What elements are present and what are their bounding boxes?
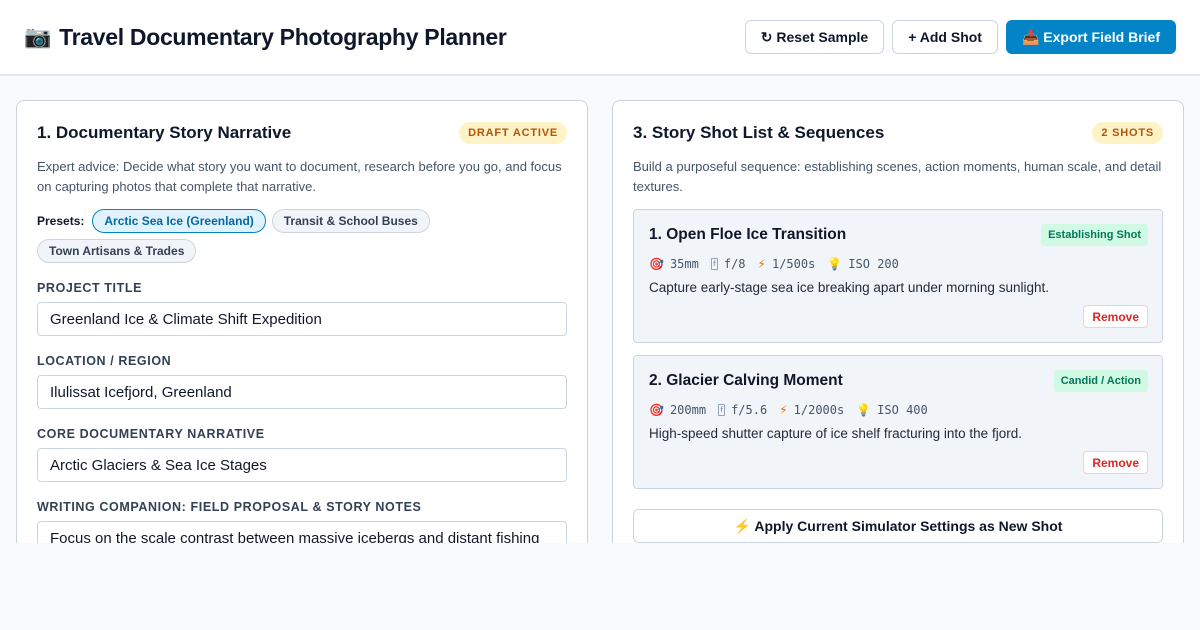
narrative-panel-title: 1. Documentary Story Narrative <box>37 123 292 142</box>
presets-label: Presets: <box>37 214 85 228</box>
app-header: 📷 Travel Documentary Photography Planner… <box>0 0 1200 76</box>
aperture-value: f/8 <box>723 257 746 271</box>
iso-value: ISO 200 <box>848 257 899 271</box>
story-notes-textarea[interactable]: Focus on the scale contrast between mass… <box>37 521 567 543</box>
narrative-description: Expert advice: Decide what story you wan… <box>37 159 562 194</box>
shot-type-tag: Candid / Action <box>1053 370 1148 392</box>
export-field-brief-button[interactable]: 📥 Export Field Brief <box>1005 20 1176 54</box>
add-shot-button[interactable]: + Add Shot <box>892 20 998 54</box>
shotlist-panel-title: 3. Story Shot List & Sequences <box>633 123 885 142</box>
status-badge: DRAFT ACTIVE <box>459 122 567 144</box>
remove-shot-button[interactable]: Remove <box>1083 305 1148 328</box>
shot-title: 2. Glacier Calving Moment <box>649 372 843 389</box>
shutter-speed: 1/2000s <box>793 403 845 417</box>
narrative-panel: 1. Documentary Story Narrative DRAFT ACT… <box>16 100 588 543</box>
shot-title: 1. Open Floe Ice Transition <box>649 226 847 243</box>
presets-row: Presets: Arctic Sea Ice (Greenland) Tran… <box>37 209 567 263</box>
focal-length: 35mm <box>669 257 699 271</box>
preset-chip-town-artisans[interactable]: Town Artisans & Trades <box>37 239 197 263</box>
shotlist-description: Build a purposeful sequence: establishin… <box>633 159 1162 194</box>
main-content: 1. Documentary Story Narrative DRAFT ACT… <box>0 76 1200 543</box>
header-actions: ↻ Reset Sample + Add Shot 📥 Export Field… <box>744 20 1176 54</box>
aperture-icon: f <box>710 258 718 270</box>
aperture-value: f/5.6 <box>731 403 768 417</box>
iso-value: ISO 400 <box>877 403 928 417</box>
project-title-label: Project Title <box>37 281 143 295</box>
camera-icon: 📷 <box>24 24 52 49</box>
target-icon: 🎯 <box>649 403 664 417</box>
location-input[interactable] <box>37 375 567 409</box>
shot-specs: 🎯 35mm f f/8 ⚡ 1/500s 💡 ISO 200 <box>649 257 1148 271</box>
shot-card: 2. Glacier Calving Moment Candid / Actio… <box>633 355 1163 489</box>
shot-count-badge: 2 SHOTS <box>1092 122 1163 144</box>
apply-simulator-settings-button[interactable]: ⚡ Apply Current Simulator Settings as Ne… <box>633 509 1163 543</box>
preset-chip-transit-school-buses[interactable]: Transit & School Buses <box>271 209 430 233</box>
shot-list: 1. Open Floe Ice Transition Establishing… <box>633 209 1163 489</box>
shot-description: High-speed shutter capture of ice shelf … <box>649 426 1022 441</box>
aperture-icon: f <box>718 404 726 416</box>
reset-sample-button[interactable]: ↻ Reset Sample <box>744 20 885 54</box>
shutter-speed: 1/500s <box>771 257 816 271</box>
shot-description: Capture early-stage sea ice breaking apa… <box>649 280 1049 295</box>
shot-specs: 🎯 200mm f f/5.6 ⚡ 1/2000s 💡 ISO 400 <box>649 403 1148 417</box>
shot-card: 1. Open Floe Ice Transition Establishing… <box>633 209 1163 343</box>
bulb-icon: 💡 <box>827 257 843 271</box>
project-title-input[interactable] <box>37 302 567 336</box>
shot-type-tag: Establishing Shot <box>1041 224 1148 246</box>
app-title-text: Travel Documentary Photography Planner <box>59 23 507 50</box>
lightning-icon: ⚡ <box>757 257 766 271</box>
core-narrative-input[interactable] <box>37 448 567 482</box>
shotlist-panel: 3. Story Shot List & Sequences 2 SHOTS B… <box>612 100 1184 543</box>
remove-shot-button[interactable]: Remove <box>1083 451 1148 474</box>
location-label: Location / Region <box>37 354 172 368</box>
focal-length: 200mm <box>669 403 707 417</box>
story-notes-label: Writing Companion: Field Proposal & Stor… <box>37 500 422 514</box>
bulb-icon: 💡 <box>856 403 872 417</box>
core-narrative-label: Core Documentary Narrative <box>37 427 265 441</box>
preset-chip-arctic-sea-ice[interactable]: Arctic Sea Ice (Greenland) <box>92 209 266 233</box>
app-title: 📷 Travel Documentary Photography Planner <box>24 24 507 51</box>
target-icon: 🎯 <box>649 257 664 271</box>
lightning-icon: ⚡ <box>779 403 788 417</box>
